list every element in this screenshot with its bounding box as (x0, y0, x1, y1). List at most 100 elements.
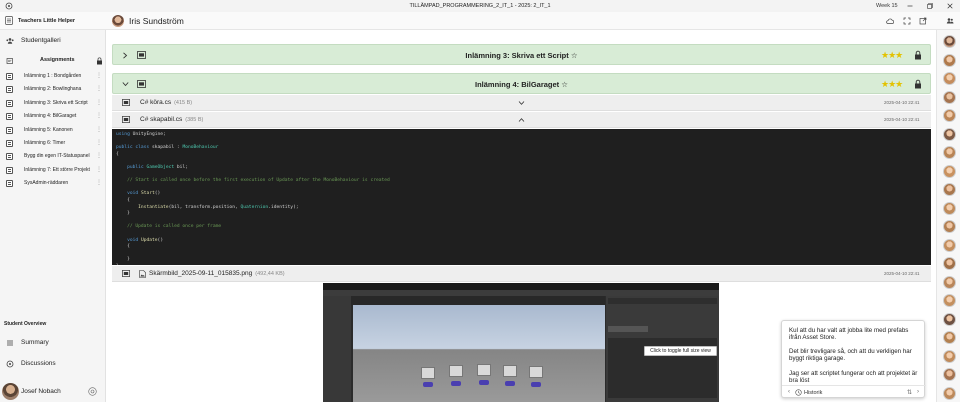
more-icon[interactable]: ⋮ (96, 99, 102, 106)
fullscreen-icon[interactable] (903, 17, 911, 25)
group-icon (6, 38, 14, 44)
more-icon[interactable]: ⋮ (96, 179, 102, 186)
more-icon[interactable]: ⋮ (96, 112, 102, 119)
feedback-message: Jag ser att scriptet fungerar och att pr… (789, 370, 918, 385)
image-file-icon (139, 270, 146, 278)
list-icon (6, 99, 13, 107)
chevron-right-icon[interactable]: › (917, 389, 919, 395)
list-icon (6, 180, 13, 188)
assignment-band-4[interactable]: Inlämning 4: BilGaraget ☆ ★★★ (112, 73, 931, 94)
assignments-header[interactable]: Assignments (0, 56, 106, 66)
history-button[interactable]: Historik (804, 390, 822, 396)
sidebar-item-statuspanel[interactable]: Bygg din egen IT-Statuspanel ⋮ (0, 150, 106, 163)
chevron-down-icon[interactable] (518, 100, 525, 106)
sidebar-item-assignment-2[interactable]: Inlämning 2: Bowlinghana ⋮ (0, 83, 106, 96)
fullsize-tooltip: Click to toggle full size view (644, 346, 717, 356)
file-row-kora[interactable]: C# köra.cs (415 B) 2025-04-10 22:41 (112, 95, 931, 111)
open-external-icon[interactable] (919, 17, 927, 25)
student-avatar[interactable] (943, 201, 956, 215)
file-date: 2025-04-10 22:41 (884, 100, 920, 105)
assignments-label: Assignments (40, 57, 75, 63)
summary-icon (7, 340, 13, 346)
file-row-skapabil[interactable]: C# skapabil.cs (385 B) 2025-04-10 22:41 (112, 112, 931, 128)
more-icon[interactable]: ⋮ (96, 166, 102, 173)
file-date: 2025-04-10 22:41 (884, 271, 920, 276)
student-avatar[interactable] (943, 349, 956, 363)
student-avatar[interactable] (943, 238, 956, 252)
student-avatar[interactable] (943, 164, 956, 178)
student-rail (936, 30, 960, 402)
rating-stars: ★★★ (881, 79, 903, 89)
student-avatar[interactable] (943, 146, 956, 159)
student-avatar[interactable] (943, 72, 956, 85)
users-icon[interactable] (946, 17, 954, 25)
student-avatar[interactable] (943, 127, 956, 141)
student-avatar[interactable] (943, 275, 956, 289)
student-avatar[interactable] (943, 294, 956, 307)
student-avatar[interactable] (943, 90, 956, 104)
screenshot-preview[interactable] (323, 283, 719, 402)
hamburger-menu-icon[interactable] (5, 16, 13, 25)
sidebar-item-gallery[interactable]: Studentgalleri (0, 36, 106, 46)
code-viewer: using UnityEngine; public class skapabil… (112, 129, 931, 265)
assignment-icon (6, 58, 13, 64)
close-icon[interactable] (946, 2, 954, 10)
student-avatar (112, 15, 124, 27)
student-name: Iris Sundström (129, 16, 184, 26)
discussion-icon (6, 360, 14, 368)
feedback-message: Kul att du har valt att jobba lite med p… (789, 327, 909, 342)
student-avatar[interactable] (943, 331, 956, 344)
more-icon[interactable]: ⋮ (96, 72, 102, 79)
cloud-icon[interactable] (886, 17, 894, 25)
more-icon[interactable]: ⋮ (96, 139, 102, 146)
sidebar-item-assignment-4[interactable]: Inlämning 4: BilGaraget ⋮ (0, 110, 106, 123)
band-title: Inlämning 4: BilGaraget ☆ (474, 80, 568, 89)
minimize-icon[interactable] (906, 2, 914, 10)
file-name: Skärmbild_2025-09-11_015835.png (492,44 K… (149, 270, 285, 277)
sidebar-item-assignment-7[interactable]: Inlämning 7: Ett större Projekt ⋮ (0, 164, 106, 177)
assignment-band-3[interactable]: Inlämning 3: Skriva ett Script ☆ ★★★ (112, 44, 931, 65)
list-icon (6, 140, 13, 147)
settings-icon[interactable] (88, 387, 97, 396)
sidebar-item-label: Inlämning 1 : Bondgården (24, 73, 82, 79)
student-avatar[interactable] (943, 109, 956, 122)
rating-stars: ★★★ (881, 50, 903, 60)
student-avatar[interactable] (943, 53, 956, 67)
translate-icon[interactable]: ⇅ (907, 389, 912, 396)
student-avatar[interactable] (943, 183, 956, 196)
sidebar-item-assignment-3[interactable]: Inlämning 3: Skriva ett Script ⋮ (0, 97, 106, 110)
chevron-up-icon[interactable] (518, 117, 525, 123)
more-icon[interactable]: ⋮ (96, 126, 102, 133)
sidebar-item-sysadmin[interactable]: SysAdmin-räddaren ⋮ (0, 177, 106, 190)
sidebar-item-summary[interactable]: Summary (0, 337, 106, 349)
list-icon (6, 86, 13, 94)
more-icon[interactable]: ⋮ (96, 152, 102, 159)
chevron-left-icon[interactable]: ‹ (788, 389, 790, 395)
student-avatar[interactable] (943, 368, 956, 381)
file-name: C# skapabil.cs (385 B) (140, 116, 204, 123)
teacher-profile[interactable]: Josef Nobach (0, 382, 106, 402)
student-avatar[interactable] (943, 35, 956, 48)
student-overview-heading: Student Overview (4, 321, 47, 327)
sidebar-item-label: Inlämning 3: Skriva ett Script (24, 99, 88, 106)
unity-scene-tabs (351, 296, 605, 305)
student-avatar[interactable] (943, 386, 956, 400)
image-icon (122, 99, 130, 106)
file-row-screenshot[interactable]: Skärmbild_2025-09-11_015835.png (492,44 K… (112, 266, 931, 282)
feedback-message: Det blir trevligare så, och att du verkl… (789, 348, 912, 363)
sidebar-item-assignment-5[interactable]: Inlämning 5: Kanonen ⋮ (0, 124, 106, 137)
student-avatar[interactable] (943, 312, 956, 326)
history-icon (795, 389, 802, 396)
student-avatar[interactable] (943, 220, 956, 233)
sidebar-item-assignment-1[interactable]: Inlämning 1 : Bondgården ⋮ (0, 70, 106, 83)
file-date: 2025-04-10 22:41 (884, 117, 920, 122)
sidebar-item-label: Inlämning 5: Kanonen (24, 126, 73, 133)
restore-icon[interactable] (926, 2, 934, 10)
image-icon (122, 116, 130, 123)
sidebar-item-assignment-6[interactable]: Inlämning 6: Timer ⋮ (0, 137, 106, 150)
app-header: Teachers Little Helper Iris Sundström (0, 12, 960, 30)
more-icon[interactable]: ⋮ (96, 85, 102, 92)
file-name: C# köra.cs (415 B) (140, 99, 193, 106)
student-avatar[interactable] (943, 257, 956, 270)
sidebar-item-discussions[interactable]: Discussions (0, 358, 106, 370)
